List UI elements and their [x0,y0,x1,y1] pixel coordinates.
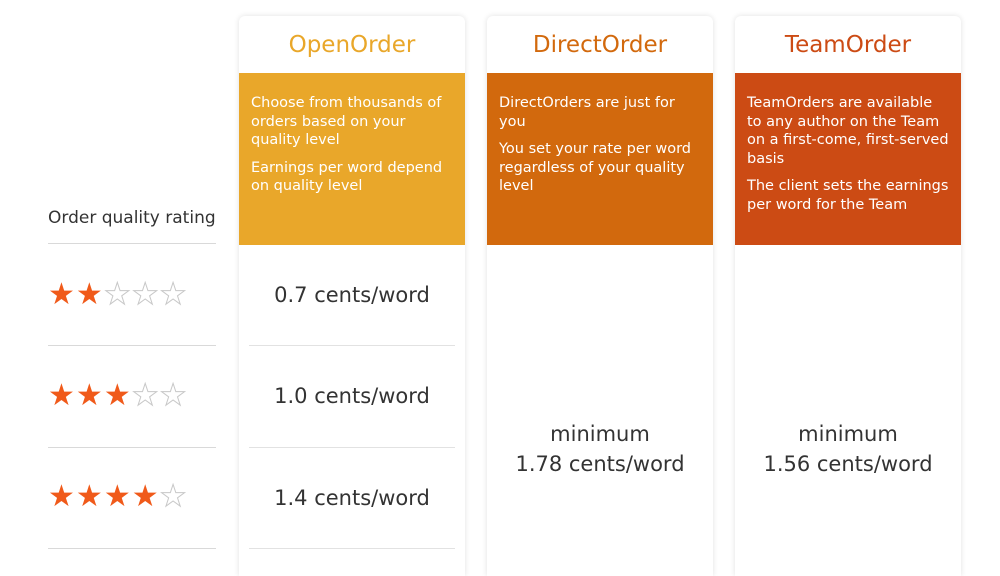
star-filled-icon: ★ [48,479,75,514]
star-empty-icon: ★ [159,277,187,312]
description-line: Earnings per word depend on quality leve… [251,159,443,195]
star-filled-icon: ★ [131,479,159,514]
minimum-label: minimum [550,422,650,446]
minimum-price: 1.78 cents/word [515,452,685,476]
star-filled-icon: ★ [103,479,131,514]
card-description: Choose from thousands of orders based on… [239,73,465,245]
divider [48,548,216,549]
rating-row-3-stars: ★ ★ ★ ★ ★ [48,376,188,416]
minimum-label: minimum [798,422,898,446]
star-filled-icon: ★ [103,378,131,413]
star-empty-icon: ★ [159,378,187,413]
rating-row-2-stars: ★ ★ ★ ★ ★ [48,275,188,315]
divider [249,548,455,549]
star-empty-icon: ★ [103,277,131,312]
divider [48,345,216,346]
card-title: TeamOrder [784,31,912,58]
card-description: DirectOrders are just for you You set yo… [487,73,713,245]
star-filled-icon: ★ [48,277,75,312]
star-filled-icon: ★ [75,277,103,312]
star-filled-icon: ★ [75,479,103,514]
star-filled-icon: ★ [48,378,75,413]
open-order-card: OpenOrder Choose from thousands of order… [239,16,465,576]
description-line: You set your rate per word regardless of… [499,141,691,194]
direct-order-card: DirectOrder DirectOrders are just for yo… [487,16,713,576]
divider [48,243,216,244]
price-4-stars: 1.4 cents/word [274,486,430,510]
card-title: DirectOrder [532,31,668,58]
divider [249,447,455,448]
star-filled-icon: ★ [75,378,103,413]
star-empty-icon: ★ [131,277,159,312]
star-empty-icon: ★ [159,479,187,514]
card-title: OpenOrder [288,31,416,58]
description-line: The client sets the earnings per word fo… [747,178,949,213]
order-quality-rating-label: Order quality rating [48,208,216,228]
divider [249,345,455,346]
team-order-card: TeamOrder TeamOrders are available to an… [735,16,961,576]
card-description: TeamOrders are available to any author o… [735,73,961,245]
price-3-stars: 1.0 cents/word [274,384,430,408]
price-2-stars: 0.7 cents/word [274,283,430,307]
description-line: TeamOrders are available to any author o… [747,95,949,167]
divider [48,447,216,448]
description-line: DirectOrders are just for you [499,95,675,130]
minimum-price: 1.56 cents/word [763,452,933,476]
rating-row-4-stars: ★ ★ ★ ★ ★ [48,477,188,517]
description-line: Choose from thousands of orders based on… [251,95,442,148]
star-empty-icon: ★ [131,378,159,413]
